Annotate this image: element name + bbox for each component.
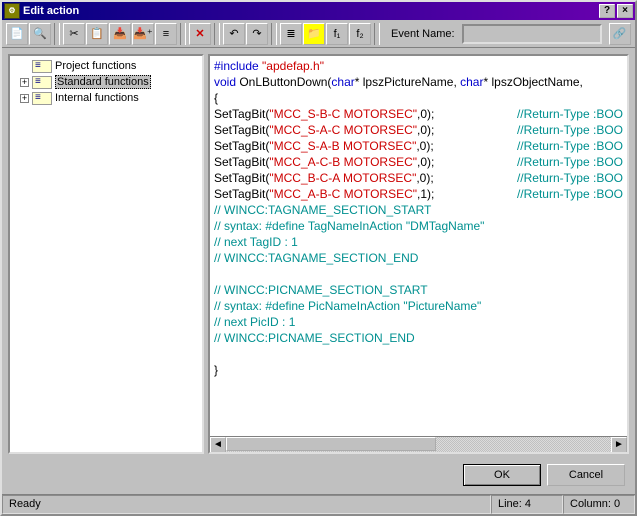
- open-icon[interactable]: 🔍: [29, 23, 51, 45]
- code-line: SetTagBit("MCC_A-B-C MOTORSEC",1);//Retu…: [214, 186, 623, 202]
- folder-icon: [32, 92, 52, 105]
- window-title: Edit action: [23, 5, 79, 17]
- code-line: SetTagBit("MCC_B-C-A MOTORSEC",0);//Retu…: [214, 170, 623, 186]
- expand-icon[interactable]: +: [20, 94, 29, 103]
- paste-icon[interactable]: 📥: [109, 23, 131, 45]
- scroll-track[interactable]: [226, 437, 611, 452]
- code-comment: // WINCC:PICNAME_SECTION_END: [214, 330, 623, 346]
- link-icon[interactable]: 🔗: [609, 23, 631, 45]
- code-keyword: char: [331, 75, 354, 89]
- expand-icon[interactable]: +: [20, 78, 29, 87]
- cancel-button[interactable]: Cancel: [547, 464, 625, 486]
- folder-icon[interactable]: 📁: [303, 23, 325, 45]
- dialog-buttons: OK Cancel: [2, 460, 635, 494]
- tree-label: Project functions: [55, 60, 136, 72]
- code-text: * lpszObjectName,: [483, 75, 582, 89]
- app-icon: ⚙: [4, 3, 20, 19]
- scroll-right-icon[interactable]: ►: [611, 437, 627, 453]
- delete-icon[interactable]: ✕: [189, 23, 211, 45]
- toolbar: 📄 🔍 ✂ 📋 📥 📥⁺ ≡ ✕ ↶ ↷ ≣ 📁 f₁ f₂ Event Nam…: [2, 20, 635, 48]
- code-line: SetTagBit("MCC_S-B-C MOTORSEC",0);//Retu…: [214, 106, 623, 122]
- titlebar: ⚙ Edit action ? ×: [2, 2, 635, 20]
- paste-special-icon[interactable]: 📥⁺: [132, 23, 154, 45]
- status-line: Line: 4: [491, 495, 563, 514]
- horizontal-scrollbar[interactable]: ◄ ►: [210, 436, 627, 452]
- code-body[interactable]: #include "apdefap.h" void OnLButtonDown(…: [210, 56, 627, 436]
- redo-icon[interactable]: ↷: [246, 23, 268, 45]
- code-comment: // next PicID : 1: [214, 314, 623, 330]
- scroll-left-icon[interactable]: ◄: [210, 437, 226, 453]
- code-text: }: [214, 362, 623, 378]
- code-keyword: #include: [214, 59, 259, 73]
- event-name-input[interactable]: [462, 24, 602, 44]
- code-text: OnLButtonDown(: [236, 75, 331, 89]
- tree-node-standard[interactable]: + Standard functions: [12, 74, 200, 90]
- undo-icon[interactable]: ↶: [223, 23, 245, 45]
- fx2-icon[interactable]: f₁: [326, 23, 348, 45]
- function-tree[interactable]: Project functions + Standard functions +…: [8, 54, 204, 454]
- code-comment: // next TagID : 1: [214, 234, 623, 250]
- close-button[interactable]: ×: [617, 4, 633, 18]
- code-keyword: char: [460, 75, 483, 89]
- tree-label: Internal functions: [55, 92, 139, 104]
- code-text: {: [214, 90, 623, 106]
- code-comment: // syntax: #define PicNameInAction "Pict…: [214, 298, 623, 314]
- code-string: "apdefap.h": [262, 59, 324, 73]
- code-text: * lpszPictureName,: [355, 75, 460, 89]
- stack-icon[interactable]: ≡: [155, 23, 177, 45]
- edit-action-window: ⚙ Edit action ? × 📄 🔍 ✂ 📋 📥 📥⁺ ≡ ✕ ↶ ↷ ≣…: [0, 0, 637, 516]
- folder-icon: [32, 76, 52, 89]
- new-icon[interactable]: 📄: [6, 23, 28, 45]
- code-line: SetTagBit("MCC_A-C-B MOTORSEC",0);//Retu…: [214, 154, 623, 170]
- event-name-label: Event Name:: [391, 28, 455, 40]
- code-editor[interactable]: #include "apdefap.h" void OnLButtonDown(…: [208, 54, 629, 454]
- ok-button[interactable]: OK: [463, 464, 541, 486]
- status-ready: Ready: [2, 495, 491, 514]
- code-comment: // WINCC:TAGNAME_SECTION_START: [214, 202, 623, 218]
- folder-icon: [32, 60, 52, 73]
- fx-icon[interactable]: ≣: [280, 23, 302, 45]
- scroll-thumb[interactable]: [226, 437, 436, 451]
- code-line: SetTagBit("MCC_S-A-B MOTORSEC",0);//Retu…: [214, 138, 623, 154]
- code-line: SetTagBit("MCC_S-A-C MOTORSEC",0);//Retu…: [214, 122, 623, 138]
- copy-icon[interactable]: 📋: [86, 23, 108, 45]
- cut-icon[interactable]: ✂: [63, 23, 85, 45]
- tree-node-internal[interactable]: + Internal functions: [12, 90, 200, 106]
- code-keyword: void: [214, 75, 236, 89]
- code-comment: // WINCC:TAGNAME_SECTION_END: [214, 250, 623, 266]
- tree-label: Standard functions: [55, 75, 151, 89]
- code-comment: // syntax: #define TagNameInAction "DMTa…: [214, 218, 623, 234]
- status-bar: Ready Line: 4 Column: 0: [2, 494, 635, 514]
- status-column: Column: 0: [563, 495, 635, 514]
- code-comment: // WINCC:PICNAME_SECTION_START: [214, 282, 623, 298]
- fx3-icon[interactable]: f₂: [349, 23, 371, 45]
- tree-node-project[interactable]: Project functions: [12, 58, 200, 74]
- help-button[interactable]: ?: [599, 4, 615, 18]
- main-area: Project functions + Standard functions +…: [2, 48, 635, 460]
